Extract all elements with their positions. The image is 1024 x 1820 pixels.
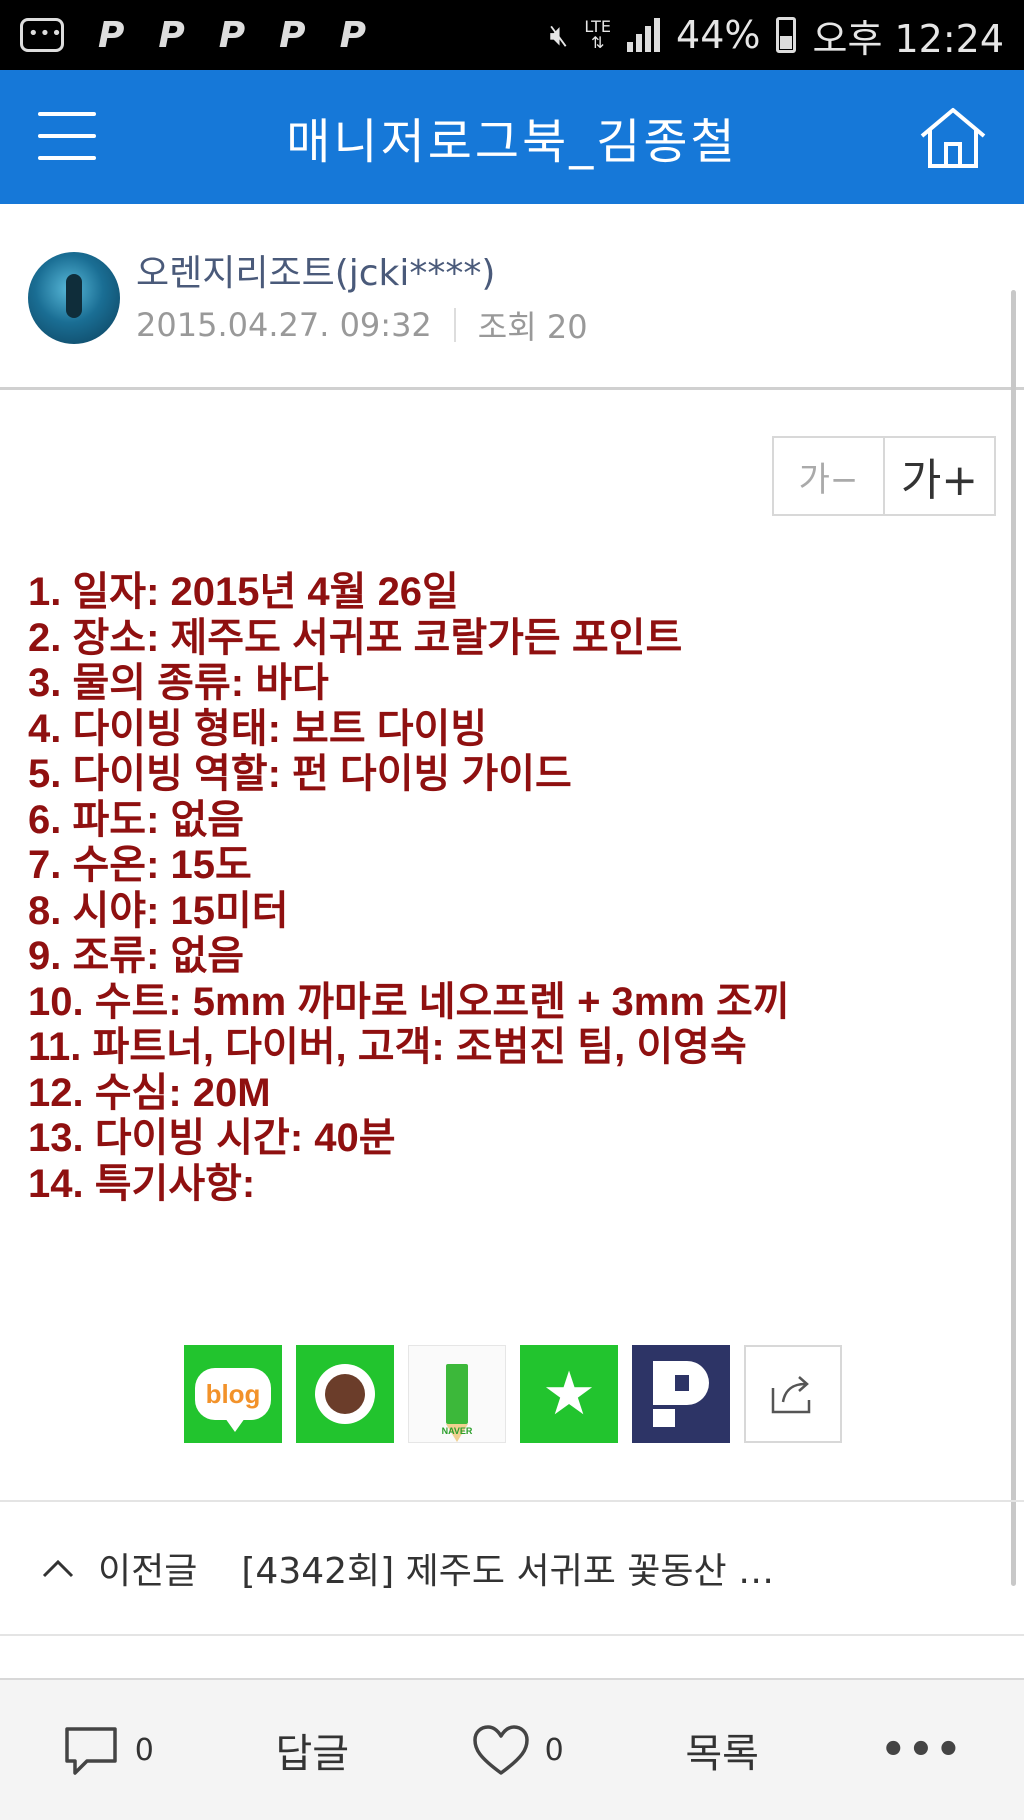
- content-line: 11. 파트너, 다이버, 고객: 조범진 팀, 이영숙: [28, 1025, 747, 1069]
- content-line: 4. 다이빙 형태: 보트 다이빙: [28, 706, 488, 751]
- list-button[interactable]: 목록: [685, 1721, 759, 1779]
- content-line: 8. 시야: 15미터: [28, 888, 289, 933]
- like-count: 0: [544, 1732, 564, 1768]
- bottom-toolbar: 0 답글 0 목록 •••: [0, 1678, 1024, 1820]
- comment-count: 0: [134, 1732, 154, 1768]
- blog-share-button[interactable]: blog: [184, 1345, 282, 1443]
- p-share-button[interactable]: [632, 1345, 730, 1443]
- blog-icon: blog: [195, 1368, 271, 1432]
- post-header: 오렌지리조트(jcki****) 2015.04.27. 09:32 조회 20: [0, 204, 1024, 390]
- app-title: 매니저로그북_김종철: [286, 114, 738, 170]
- mute-icon: 🔇︎: [549, 17, 569, 53]
- author-name[interactable]: 오렌지리조트(jcki****): [136, 244, 495, 296]
- chevron-up-icon: [42, 1559, 74, 1578]
- cafe-share-button[interactable]: [296, 1345, 394, 1443]
- reply-button[interactable]: 답글: [275, 1721, 349, 1779]
- content-line: 14. 특기사항:: [28, 1161, 256, 1206]
- prev-post-title: [4342회] 제주도 서귀포 꽃동산 보트...: [241, 1551, 802, 1592]
- p-icon: P: [279, 14, 306, 56]
- content-line: 7. 수온: 15도: [28, 843, 252, 887]
- font-decrease-button[interactable]: 가−: [774, 438, 883, 514]
- share-icon: [771, 1376, 811, 1414]
- font-increase-button[interactable]: 가+: [883, 438, 994, 514]
- star-icon: ★: [542, 1359, 596, 1429]
- signal-icon: [627, 18, 661, 52]
- hamburger-menu-icon[interactable]: [38, 112, 96, 160]
- next-post-link[interactable]: [0, 1638, 1024, 1678]
- share-buttons: blog NAVER ★: [184, 1345, 842, 1443]
- battery-icon: [776, 17, 797, 53]
- content-line: 5. 다이빙 역할: 펀 다이빙 가이드: [28, 752, 572, 796]
- comment-icon: [65, 1727, 117, 1775]
- post-body: 1. 일자: 2015년 4월 26일 2. 장소: 제주도 서귀포 코랄가든 …: [28, 570, 998, 1207]
- content-line: 3. 물의 종류: 바다: [28, 661, 329, 705]
- pencil-icon: [446, 1364, 468, 1442]
- scrollbar[interactable]: [1011, 290, 1016, 1586]
- coffee-cup-icon: [315, 1364, 375, 1424]
- meta-divider: [453, 308, 456, 342]
- memo-share-button[interactable]: NAVER: [408, 1345, 506, 1443]
- naver-label: NAVER: [441, 1426, 473, 1436]
- content-line: 13. 다이빙 시간: 40분: [28, 1116, 396, 1160]
- content-line: 12. 수심: 20M: [28, 1070, 271, 1115]
- home-icon[interactable]: [916, 104, 990, 170]
- content-line: 9. 조류: 없음: [28, 934, 245, 978]
- p-icon: P: [218, 14, 246, 56]
- p-icon: P: [339, 14, 366, 56]
- reply-label: 답글: [275, 1731, 350, 1777]
- comment-button[interactable]: 0: [61, 1723, 154, 1777]
- prev-post-link[interactable]: 이전글 [4342회] 제주도 서귀포 꽃동산 보트...: [0, 1500, 1024, 1636]
- font-size-controls: 가− 가+: [772, 436, 996, 516]
- post-meta: 2015.04.27. 09:32 조회 20: [136, 302, 588, 348]
- view-count: 조회 20: [477, 308, 588, 346]
- heart-icon: [472, 1725, 529, 1775]
- content-line: 10. 수트: 5mm 까마로 네오프렌 + 3mm 조끼: [28, 979, 790, 1024]
- p-icon: P: [98, 14, 125, 56]
- p-logo-icon: [653, 1361, 709, 1427]
- battery-level: 44%: [676, 13, 761, 57]
- like-button[interactable]: 0: [471, 1723, 564, 1777]
- lte-icon: LTE ⇅: [584, 17, 612, 52]
- clock: 오후 12:24: [812, 16, 1004, 61]
- more-button[interactable]: •••: [881, 1727, 964, 1773]
- avatar[interactable]: [28, 252, 120, 344]
- list-label: 목록: [685, 1731, 759, 1777]
- prev-post-label: 이전글: [98, 1551, 198, 1592]
- status-bar: P P P P P 🔇︎ LTE⇅ 44% 오후 12:24: [0, 0, 1024, 70]
- post-date: 2015.04.27. 09:32: [136, 306, 432, 344]
- app-bar: 매니저로그북_김종철: [0, 70, 1024, 204]
- content-line: 2. 장소: 제주도 서귀포 코랄가든 포인트: [28, 615, 683, 660]
- content-line: 6. 파도: 없음: [28, 797, 245, 842]
- share-button[interactable]: [744, 1345, 842, 1443]
- bookmark-share-button[interactable]: ★: [520, 1345, 618, 1443]
- message-icon: [20, 18, 64, 52]
- system-icons: 🔇︎ LTE ⇅ 44% 오후 12:24: [550, 8, 1004, 63]
- content-line: 1. 일자: 2015년 4월 26일: [28, 570, 459, 614]
- more-icon: •••: [880, 1727, 964, 1773]
- p-icon: P: [158, 14, 185, 56]
- notification-icons: P P P P P: [20, 15, 366, 56]
